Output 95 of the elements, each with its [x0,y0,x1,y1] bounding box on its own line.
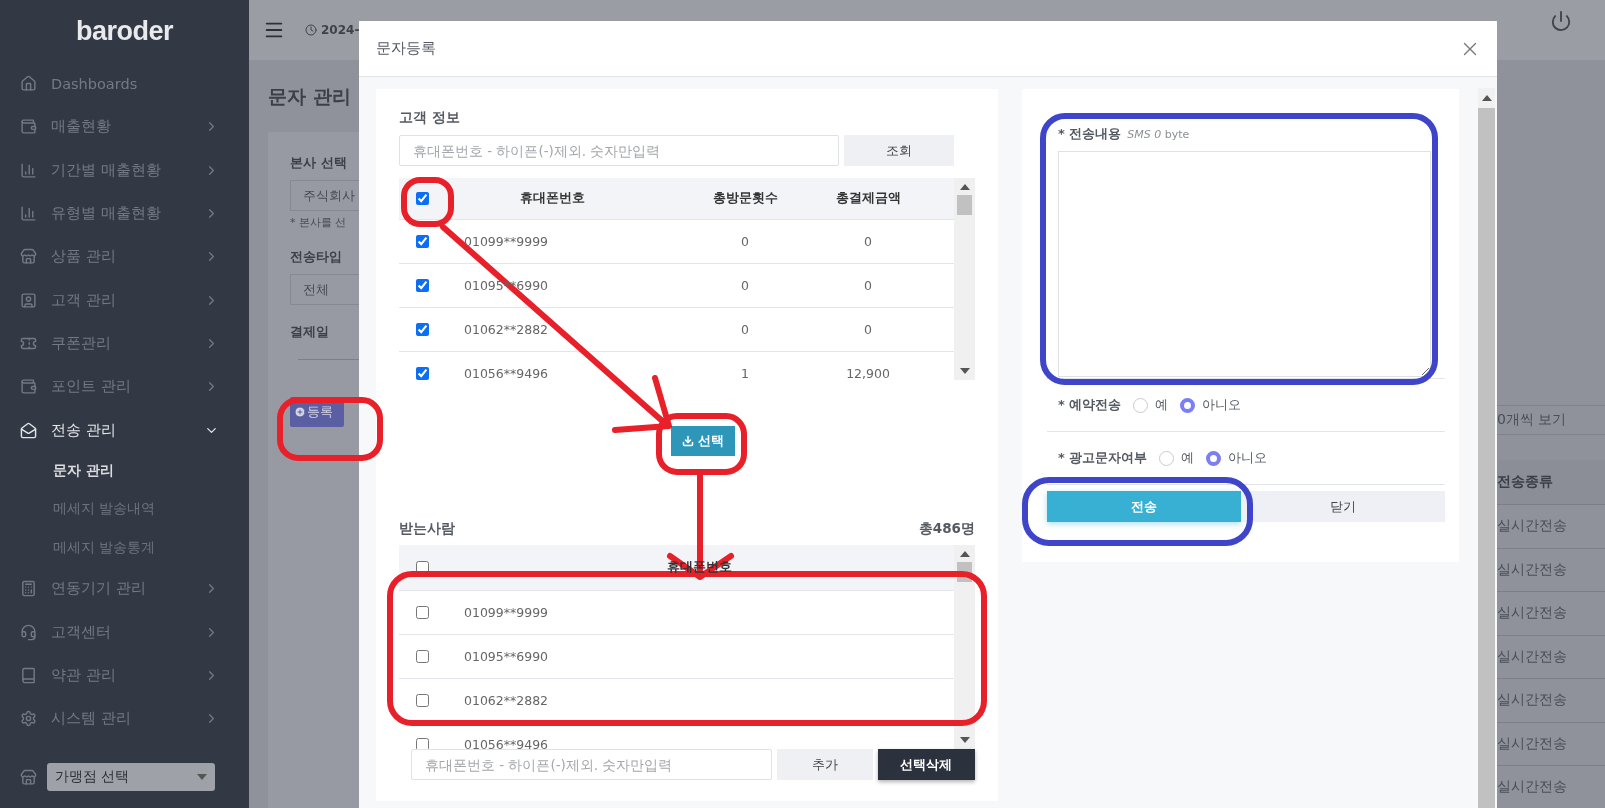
sidebar-item[interactable]: 전송 관리 [0,408,249,452]
radio-option[interactable]: 예 [1159,449,1195,467]
clock-icon [305,24,317,36]
page-title: 문자 관리 [268,84,352,109]
envelope-icon [20,421,37,439]
radio-option[interactable]: 아니오 [1206,449,1268,467]
table-scrollbar[interactable] [954,545,975,749]
wallet-icon [20,118,37,136]
sidebar-item[interactable]: 약관 관리 [0,653,249,698]
date-text: 2024- [305,23,360,37]
select-all-checkbox[interactable] [415,192,429,205]
select-button[interactable]: 선택 [671,426,735,456]
send-button[interactable]: 전송 [1047,491,1241,522]
row-checkbox[interactable] [415,323,429,336]
row-checkbox[interactable] [415,279,429,292]
sidebar-item[interactable]: 매출현황 [0,105,249,149]
row-checkbox[interactable] [415,650,429,663]
headset-icon [20,623,37,641]
plus-icon [294,406,306,418]
option-label: * 광고문자여부 [1058,449,1148,467]
settings-icon [20,710,37,728]
download-icon [682,435,694,447]
section-title: 받는사람 [399,520,455,538]
table-cell-text: 0 [863,278,873,293]
store-select[interactable]: 가맹점 선택 [47,763,215,791]
chart-icon [20,205,37,223]
row-checkbox[interactable] [415,738,429,749]
filter-label: 본사 선택 [290,154,348,172]
sidebar-item[interactable]: 상품 관리 [0,235,249,279]
column-header: 휴대폰번호 [519,190,586,207]
message-field[interactable] [1058,151,1431,377]
close-button[interactable]: 닫기 [1241,491,1445,522]
table-cell-text: 0 [740,322,750,337]
row-checkbox[interactable] [415,367,429,380]
calculator-icon [20,580,37,598]
section-title: 고객 정보 [399,109,461,127]
table-cell-text: 01056**9496 [463,366,550,380]
phone-input-field[interactable]: 휴대폰번호 - 하이픈(-)제외. 숫자만입력 [411,749,772,780]
table-cell-text: 01099**9999 [463,605,550,620]
table-cell-text: 01095**6990 [463,649,550,664]
column-header: 총결제금액 [834,190,902,207]
table-cell-text: 0 [740,278,750,293]
sidebar-item[interactable]: 포인트 관리 [0,365,249,409]
row-checkbox[interactable] [415,235,429,248]
book-icon [20,666,37,684]
sidebar-item[interactable]: 시스템 관리 [0,697,249,741]
sidebar-subitem[interactable]: 메세지 발송통계 [0,528,249,568]
power-icon[interactable] [1550,10,1572,32]
sidebar-item[interactable]: 연동기기 관리 [0,567,249,611]
sidebar-item[interactable]: Dashboards [0,62,249,106]
search-button[interactable]: 조회 [844,135,954,166]
logo: baroder [76,15,173,47]
row-checkbox[interactable] [415,606,429,619]
sidebar-item[interactable]: 기간별 매출현황 [0,148,249,192]
home-icon [20,75,37,93]
sidebar-item[interactable]: 고객센터 [0,610,249,654]
total-count: 총486명 [918,520,975,538]
table-cell-text: 01062**2882 [463,322,550,337]
table-cell-text: 0 [863,322,873,337]
table-cell-text: 12,900 [845,366,891,380]
table-cell-text: 0 [863,234,873,249]
store-icon [20,248,37,266]
wallet-icon [20,378,37,396]
row-checkbox[interactable] [415,694,429,707]
delete-selected-button[interactable]: 선택삭제 [877,749,975,780]
annotation-outline [401,177,454,227]
filter-label: 전송타입 [290,248,343,266]
table-cell-text: 01056**9496 [463,737,550,749]
table-cell-text: 01062**2882 [463,693,550,708]
sidebar-item[interactable]: 유형별 매출현황 [0,191,249,236]
table-cell-text: 01099**9999 [463,234,550,249]
sidebar-subitem[interactable]: 메세지 발송내역 [0,490,249,529]
radio-option[interactable]: 아니오 [1180,396,1242,414]
sidebar-subitem[interactable]: 문자 관리 [0,451,249,491]
option-label: * 예약전송 [1058,396,1122,414]
select-all-checkbox[interactable] [415,561,429,574]
user-card-icon [20,291,37,309]
byte-count: SMS 0 byte [1127,128,1190,141]
field-label: * 전송내용 [1058,125,1122,143]
sidebar-item[interactable]: 고객 관리 [0,278,249,322]
store-icon [20,768,37,786]
chart-icon [20,161,37,179]
column-header: 총방문횟수 [711,190,779,207]
modal-scrollbar[interactable] [1478,88,1495,808]
table-cell-text: 1 [740,366,750,380]
filter-note: * 본사를 선 [290,215,348,230]
table-cell-text: 0 [740,234,750,249]
phone-search-field[interactable]: 휴대폰번호 - 하이픈(-)제외. 숫자만입력 [399,135,839,166]
sidebar-item[interactable]: 쿠폰관리 [0,321,249,366]
table-scrollbar[interactable] [954,178,975,380]
modal-title: 문자등록 [376,39,436,58]
filter-label: 결제일 [290,323,330,341]
column-header: 전송종류 [1497,460,1605,505]
add-button[interactable]: 추가 [777,749,873,780]
radio-option[interactable]: 예 [1133,396,1169,414]
